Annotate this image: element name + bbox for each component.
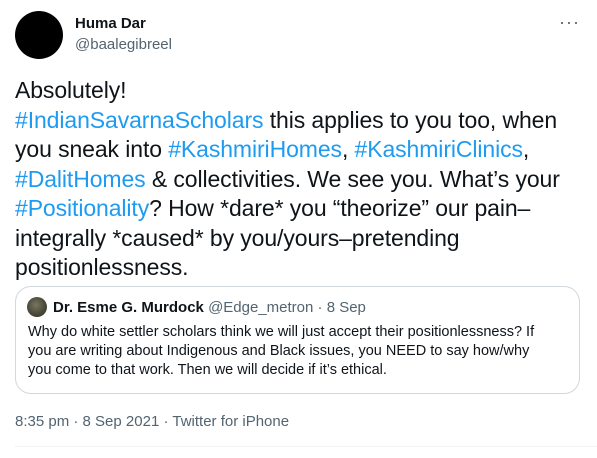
- tweet-timestamp[interactable]: 8:35 pm: [15, 413, 69, 430]
- hashtag-link[interactable]: #KashmiriClinics: [355, 136, 523, 162]
- quoted-text-line: Why do white settler scholars think we w…: [28, 324, 535, 340]
- tweet-text-segment: ,: [341, 136, 355, 162]
- tweet-card: Huma Dar @baalegibreel ··· Absolutely! #I…: [0, 0, 597, 458]
- tweet-footer: 8:35 pm · 8 Sep 2021 · Twitter for iPhon…: [15, 412, 289, 432]
- tweet-text-line: you sneak into #KashmiriHomes, #Kashmiri…: [15, 135, 590, 165]
- hashtag-link[interactable]: #IndianSavarnaScholars: [15, 107, 264, 133]
- quoted-text-line: you are writing about Indigenous and Bla…: [28, 343, 530, 359]
- tweet-text-segment: this applies to you too, when: [263, 106, 558, 133]
- author-handle[interactable]: @baalegibreel: [75, 35, 172, 55]
- tweet-text-line: Absolutely!: [15, 76, 590, 106]
- author-avatar[interactable]: [15, 11, 63, 59]
- tweet-text-line: #Positionality? How *dare* you “theorize…: [15, 194, 590, 224]
- tweet-date[interactable]: 8 Sep 2021: [83, 413, 160, 430]
- quoted-separator: ·: [313, 299, 327, 316]
- tweet-text-line: integrally *caused* by you/yours–pretend…: [15, 224, 590, 254]
- tweet-text-line: #DalitHomes & collectivities. We see you…: [15, 165, 590, 195]
- tweet-source[interactable]: Twitter for iPhone: [172, 413, 289, 430]
- tweet-text-segment: Absolutely!: [15, 77, 127, 103]
- tweet-text-segment: ,: [522, 136, 530, 162]
- author-info: Huma Dar @baalegibreel: [75, 14, 172, 55]
- tweet-text-segment: you sneak into: [15, 136, 169, 162]
- footer-separator: ·: [69, 413, 83, 430]
- tweet-text-segment: & collectivities. We see you. What’s you…: [145, 165, 560, 192]
- quoted-author-handle: @Edge_metron: [208, 299, 314, 316]
- author-display-name[interactable]: Huma Dar: [75, 14, 172, 34]
- quoted-date: 8 Sep: [326, 299, 366, 316]
- tweet-text-segment: integrally *caused* by you/yours–pretend…: [15, 224, 460, 251]
- tweet-text-segment: positionlessness.: [15, 254, 189, 280]
- hashtag-link[interactable]: #DalitHomes: [15, 166, 146, 192]
- hashtag-link[interactable]: #KashmiriHomes: [168, 136, 342, 162]
- quoted-tweet[interactable]: Dr. Esme G. Murdock @Edge_metron · 8 Sep…: [15, 286, 580, 394]
- more-horizontal-icon[interactable]: ···: [559, 13, 580, 31]
- tweet-text-segment: ? How *dare* you “theorize” our pain–: [149, 195, 531, 221]
- tweet-text-line: #IndianSavarnaScholars this applies to y…: [15, 106, 590, 136]
- footer-separator: ·: [159, 413, 173, 430]
- quoted-tweet-header: Dr. Esme G. Murdock @Edge_metron · 8 Sep: [53, 298, 366, 318]
- quoted-author-name: Dr. Esme G. Murdock: [53, 299, 204, 316]
- divider: [15, 446, 597, 447]
- hashtag-link[interactable]: #Positionality: [15, 195, 149, 221]
- tweet-text-line: positionlessness.: [15, 253, 590, 283]
- quoted-tweet-text: Why do white settler scholars think we w…: [28, 323, 573, 380]
- tweet-text: Absolutely! #IndianSavarnaScholars this a…: [15, 76, 590, 283]
- quoted-author-avatar: [27, 297, 47, 317]
- quoted-text-line: you come to that work. Then we will deci…: [28, 362, 387, 378]
